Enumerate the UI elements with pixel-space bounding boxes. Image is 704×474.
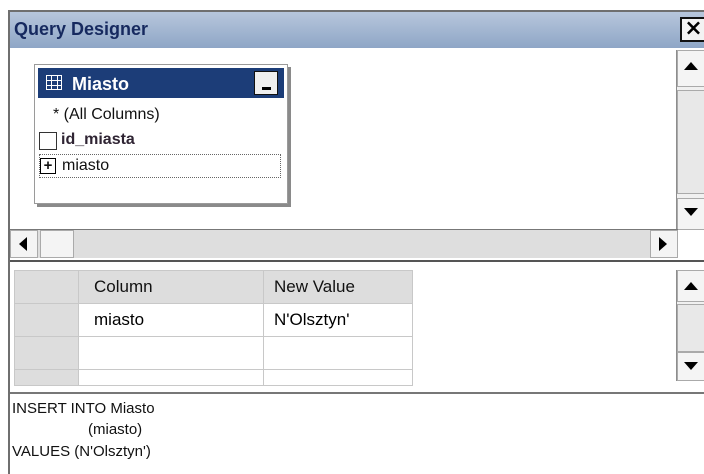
diagram-horizontal-scrollbar[interactable] bbox=[10, 229, 678, 258]
grid-vertical-scrollbar[interactable] bbox=[676, 270, 704, 381]
sql-line[interactable]: INSERT INTO Miasto bbox=[12, 400, 155, 417]
table-card-header[interactable]: Miasto bbox=[38, 68, 284, 98]
row-selector-2[interactable] bbox=[14, 336, 79, 370]
row-selector-3[interactable] bbox=[14, 369, 79, 386]
diagram-vertical-scrollbar[interactable] bbox=[676, 50, 704, 230]
grid-row[interactable] bbox=[14, 336, 413, 370]
grid-cell-new-value-3[interactable] bbox=[263, 369, 413, 386]
diagram-scroll-down-button[interactable] bbox=[677, 198, 704, 230]
arrow-right-icon bbox=[659, 237, 667, 251]
table-name: Miasto bbox=[72, 74, 130, 94]
arrow-down-icon bbox=[684, 208, 698, 216]
diagram-horizontal-thumb[interactable] bbox=[40, 230, 74, 258]
column-label-id-miasta: id_miasta bbox=[61, 131, 135, 148]
grid-row[interactable] bbox=[14, 369, 413, 386]
grid-cell-new-value-2[interactable] bbox=[263, 336, 413, 370]
arrow-down-icon bbox=[684, 362, 698, 370]
grid-corner-cell bbox=[14, 270, 79, 304]
diagram-scroll-left-button[interactable] bbox=[10, 230, 38, 258]
grid-cell-new-value-1[interactable]: N'Olsztyn' bbox=[263, 303, 413, 337]
grid-cell-column-2[interactable] bbox=[78, 336, 264, 370]
column-header-column[interactable]: Column bbox=[78, 270, 264, 304]
minimize-table-button[interactable] bbox=[254, 71, 278, 95]
grid-header-row: Column New Value bbox=[14, 270, 413, 304]
criteria-grid[interactable]: Column New Value miasto N'Olsztyn' bbox=[14, 270, 413, 386]
table-icon bbox=[46, 75, 62, 90]
arrow-left-icon bbox=[19, 237, 27, 251]
arrow-up-icon bbox=[684, 282, 698, 290]
diagram-scroll-right-button[interactable] bbox=[650, 230, 678, 258]
grid-cell-column-1[interactable]: miasto bbox=[78, 303, 264, 337]
sql-pane[interactable]: INSERT INTO Miasto (miasto) VALUES (N'Ol… bbox=[10, 392, 704, 474]
all-columns-label: * (All Columns) bbox=[53, 106, 160, 123]
sql-line[interactable]: VALUES (N'Olsztyn') bbox=[12, 443, 151, 460]
sql-line[interactable]: (miasto) bbox=[88, 421, 142, 438]
grid-cell-column-3[interactable] bbox=[78, 369, 264, 386]
diagram-scroll-up-button[interactable] bbox=[677, 50, 704, 87]
column-row-miasto[interactable]: + miasto bbox=[39, 154, 281, 178]
all-columns-row[interactable]: * (All Columns) bbox=[53, 106, 160, 130]
arrow-up-icon bbox=[684, 62, 698, 70]
grid-scroll-up-button[interactable] bbox=[677, 270, 704, 302]
window-title: Query Designer bbox=[14, 19, 149, 39]
query-designer-window: Query Designer × Miasto * (All Columns) … bbox=[0, 0, 704, 474]
grid-vertical-thumb[interactable] bbox=[677, 304, 704, 352]
table-card-miasto[interactable]: Miasto * (All Columns) id_miasta + miast… bbox=[34, 64, 288, 204]
column-label-miasto: miasto bbox=[62, 157, 110, 174]
diagram-vertical-thumb[interactable] bbox=[677, 90, 704, 194]
close-button[interactable]: × bbox=[680, 17, 704, 42]
title-bar[interactable]: Query Designer × bbox=[10, 12, 704, 48]
row-selector-1[interactable] bbox=[14, 303, 79, 337]
column-header-new-value[interactable]: New Value bbox=[263, 270, 413, 304]
grid-row[interactable]: miasto N'Olsztyn' bbox=[14, 303, 413, 337]
plus-icon[interactable]: + bbox=[40, 158, 56, 174]
grid-scroll-down-button[interactable] bbox=[677, 352, 704, 381]
column-checkbox-id-miasta[interactable] bbox=[39, 132, 57, 150]
